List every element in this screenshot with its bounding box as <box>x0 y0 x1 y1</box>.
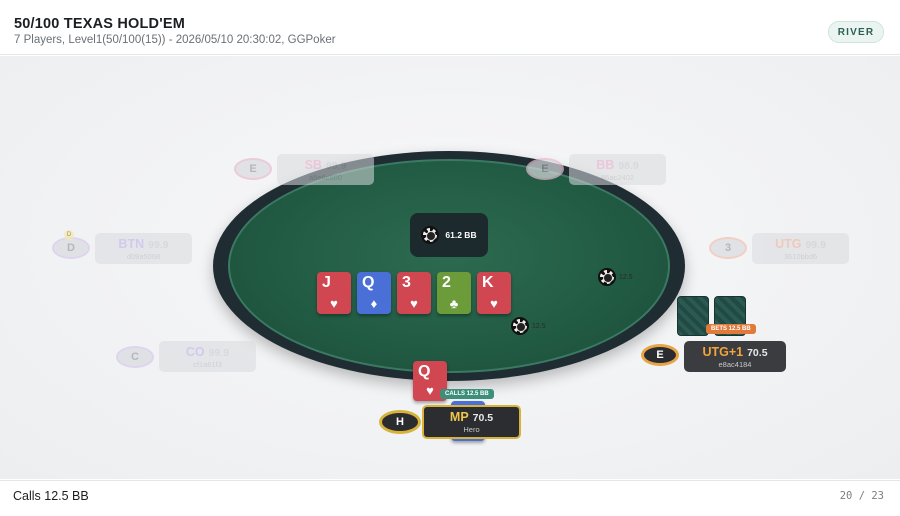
seat-stack: 99.9 <box>208 346 230 359</box>
seat-sb[interactable]: SB 99.9 a5e6c500 <box>277 154 374 185</box>
bet-amount: 12.5 <box>619 273 633 281</box>
replay-footer: Calls 12.5 BB 20 / 23 <box>0 480 900 516</box>
hand-header: 50/100 TEXAS HOLD'EM 7 Players, Level1(5… <box>0 8 900 55</box>
player-avatar-sb: E <box>234 158 272 180</box>
dealer-button-icon: D <box>64 230 74 240</box>
player-id: Hero <box>463 425 480 434</box>
game-title: 50/100 TEXAS HOLD'EM <box>14 16 186 32</box>
bet-chips-mp: 12.5 <box>511 317 546 335</box>
seat-utg1[interactable]: UTG+1 70.5 e8ac4184 <box>684 341 786 372</box>
seat-btn[interactable]: BTN 99.9 d09a5068 <box>95 233 192 264</box>
card-back <box>677 296 709 336</box>
board-card: J ♥ <box>317 272 351 314</box>
player-avatar-btn: D <box>52 237 90 259</box>
seat-stack: 70.5 <box>747 346 768 359</box>
seat-stack: 99.9 <box>148 238 169 251</box>
bet-amount: 12.5 <box>532 322 546 330</box>
seat-position: UTG+1 <box>702 344 744 359</box>
player-id: a5e6c500 <box>309 172 342 182</box>
player-id: 86ac2402 <box>601 172 634 182</box>
seat-position: SB <box>304 157 322 172</box>
action-badge-mp: CALLS 12.5 BB <box>440 389 494 399</box>
player-id: 3610bbd6 <box>783 251 818 261</box>
player-avatar-hero: H <box>379 410 421 434</box>
seat-hero[interactable]: MP 70.5 Hero <box>422 405 521 439</box>
player-id: e8ac4184 <box>718 359 752 369</box>
seat-utg[interactable]: UTG 99.9 3610bbd6 <box>752 233 849 264</box>
seat-position: MP <box>449 410 469 424</box>
player-avatar-co: C <box>116 346 154 368</box>
seat-position: BB <box>596 157 615 172</box>
chip-stack-icon <box>511 317 529 335</box>
board-card: 2 ♣ <box>437 272 471 314</box>
table-felt <box>228 159 670 373</box>
player-avatar-bb: E <box>526 158 564 180</box>
current-action: Calls 12.5 BB <box>13 489 89 503</box>
pot-display: 61.2 BB <box>410 213 488 257</box>
seat-position: UTG <box>775 236 802 251</box>
board-card: K ♥ <box>477 272 511 314</box>
seat-position: CO <box>185 344 205 359</box>
hand-info: 7 Players, Level1(50/100(15)) - 2026/05/… <box>14 34 336 46</box>
board-card: Q ♦ <box>357 272 391 314</box>
chip-stack-icon <box>598 268 616 286</box>
board-card: 3 ♥ <box>397 272 431 314</box>
seat-stack: 98.9 <box>618 159 639 172</box>
action-badge-utg1: BETS 12.5 BB <box>706 324 756 334</box>
table-stage: 61.2 BB J ♥ Q ♦ 3 ♥ 2 ♣ K ♥ 12.5 12.5 E SB 99.… <box>0 56 900 479</box>
step-counter: 20 / 23 <box>839 490 884 502</box>
bet-chips-utg1: 12.5 <box>598 268 633 286</box>
community-cards: J ♥ Q ♦ 3 ♥ 2 ♣ K ♥ <box>317 272 511 314</box>
seat-stack: 99.9 <box>805 238 826 251</box>
street-badge: RIVER <box>828 21 884 43</box>
player-avatar-utg1: E <box>641 344 679 366</box>
player-id: cf1a61f3 <box>193 359 222 369</box>
player-avatar-utg: 3 <box>709 237 747 259</box>
seat-stack: 70.5 <box>472 412 494 424</box>
seat-stack: 99.9 <box>325 159 347 172</box>
pot-amount: 61.2 BB <box>445 230 477 240</box>
seat-co[interactable]: CO 99.9 cf1a61f3 <box>159 341 256 372</box>
chip-icon <box>421 226 440 244</box>
seat-position: BTN <box>118 236 145 251</box>
player-id: d09a5068 <box>126 251 161 261</box>
seat-bb[interactable]: BB 98.9 86ac2402 <box>569 154 666 185</box>
